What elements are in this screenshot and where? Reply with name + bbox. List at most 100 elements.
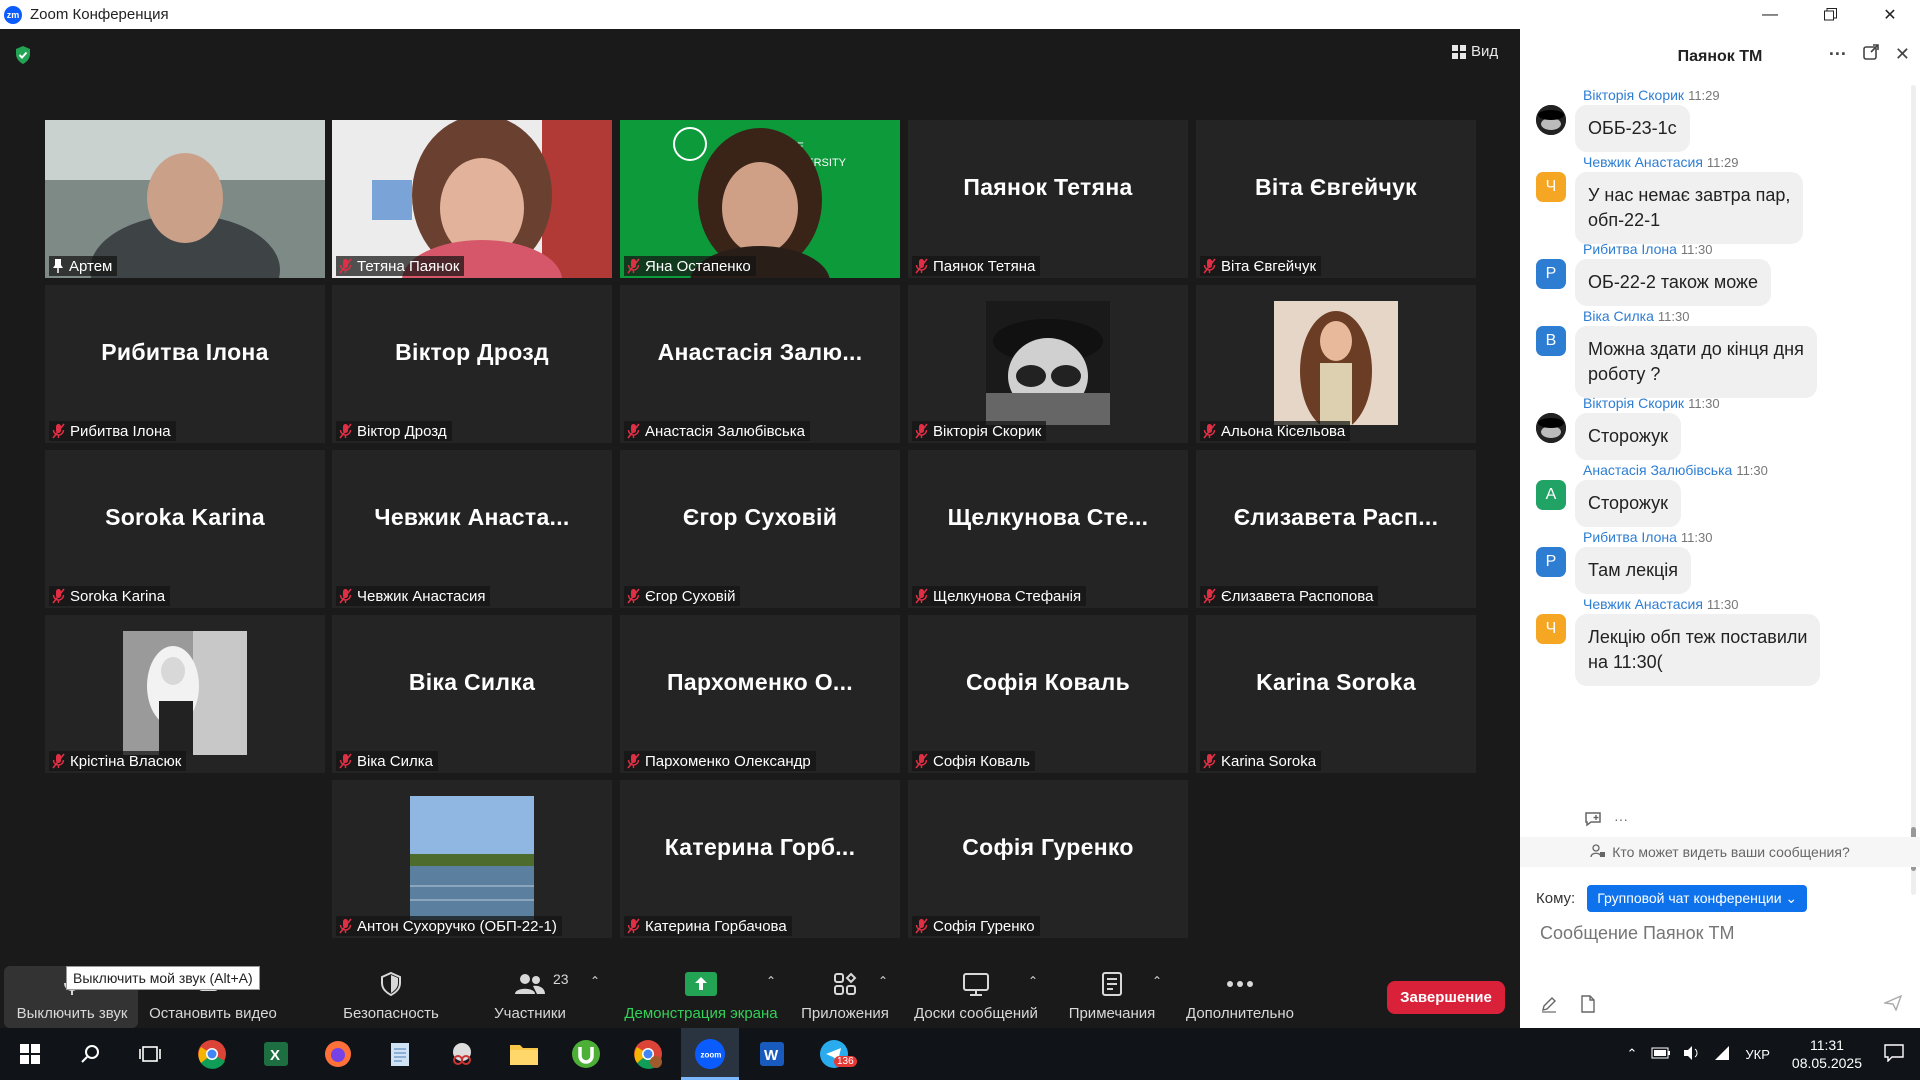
- whiteboards-caret-icon[interactable]: ⌃: [1028, 974, 1038, 988]
- message-more-icon[interactable]: ···: [1614, 811, 1628, 830]
- participant-tile[interactable]: Віктор Дрозд Віктор Дрозд: [332, 285, 612, 443]
- participants-button[interactable]: 23 Участники: [488, 964, 572, 1028]
- windows-start-icon[interactable]: [12, 1036, 48, 1072]
- participant-tile[interactable]: Тетяна Паянок: [332, 120, 612, 278]
- language-indicator[interactable]: УКР: [1745, 1047, 1770, 1062]
- whiteboards-button[interactable]: Доски сообщений: [908, 964, 1044, 1028]
- view-button[interactable]: Вид: [1452, 43, 1498, 60]
- sender-avatar[interactable]: Р: [1536, 259, 1566, 289]
- message-bubble[interactable]: ОБ-22-2 також може: [1575, 259, 1772, 306]
- sender-name[interactable]: Чевжик Анастасия: [1583, 596, 1703, 612]
- restore-button[interactable]: [1800, 0, 1860, 29]
- message-bubble[interactable]: Там лекція: [1575, 547, 1692, 594]
- battery-icon[interactable]: [1651, 1047, 1671, 1062]
- excel-icon[interactable]: X: [258, 1036, 294, 1072]
- sender-avatar[interactable]: Ч: [1536, 614, 1566, 644]
- participant-name-label: Софія Гуренко: [912, 916, 1040, 936]
- muted-mic-icon: [627, 918, 640, 934]
- notes-button[interactable]: Примечания: [1064, 964, 1160, 1028]
- reply-icon[interactable]: [1584, 811, 1602, 830]
- participant-tile[interactable]: Рибитва Ілона Рибитва Ілона: [45, 285, 325, 443]
- message-input[interactable]: [1540, 923, 1900, 944]
- participant-tile[interactable]: Софія Коваль Софія Коваль: [908, 615, 1188, 773]
- participant-tile[interactable]: Крістіна Власюк: [45, 615, 325, 773]
- sender-avatar[interactable]: [1536, 413, 1566, 443]
- chrome-profile-icon[interactable]: [630, 1036, 666, 1072]
- close-chat-icon[interactable]: ✕: [1895, 44, 1910, 65]
- participant-tile[interactable]: Катерина Горб... Катерина Горбачова: [620, 780, 900, 938]
- participant-tile[interactable]: Вікторія Скорик: [908, 285, 1188, 443]
- sender-name[interactable]: Рибитва Ілона: [1583, 241, 1677, 257]
- security-button[interactable]: Безопасность: [338, 964, 444, 1028]
- participant-tile[interactable]: Єлизавета Расп... Єлизавета Распопова: [1196, 450, 1476, 608]
- task-view-icon[interactable]: [132, 1036, 168, 1072]
- message-bubble[interactable]: У нас немає завтра пар, обп-22-1: [1575, 172, 1804, 244]
- sender-name[interactable]: Вікторія Скорик: [1583, 395, 1684, 411]
- recipient-select[interactable]: Групповой чат конференции ⌄: [1587, 885, 1808, 912]
- sender-avatar[interactable]: А: [1536, 480, 1566, 510]
- who-can-see-row[interactable]: Кто может видеть ваши сообщения?: [1520, 837, 1920, 867]
- file-attach-icon[interactable]: [1580, 995, 1596, 1018]
- message-bubble[interactable]: Сторожук: [1575, 480, 1681, 527]
- sender-avatar[interactable]: Ч: [1536, 172, 1566, 202]
- participant-name-label: Віктор Дрозд: [336, 421, 452, 441]
- participant-tile[interactable]: STATEUNIVERSITYЯна Остапенко: [620, 120, 900, 278]
- zoom-app-icon[interactable]: zoom: [692, 1036, 728, 1072]
- chrome-icon[interactable]: [194, 1036, 230, 1072]
- sender-avatar[interactable]: [1536, 105, 1566, 135]
- sender-name[interactable]: Вікторія Скорик: [1583, 87, 1684, 103]
- firefox-icon[interactable]: [320, 1036, 356, 1072]
- share-caret-icon[interactable]: ⌃: [766, 974, 776, 988]
- volume-icon[interactable]: [1683, 1045, 1701, 1064]
- search-icon[interactable]: [72, 1036, 108, 1072]
- sender-avatar[interactable]: В: [1536, 326, 1566, 356]
- chat-scrollbar[interactable]: [1911, 85, 1916, 895]
- notifications-icon[interactable]: [1884, 1043, 1904, 1065]
- sender-name[interactable]: Рибитва Ілона: [1583, 529, 1677, 545]
- participant-tile[interactable]: Софія Гуренко Софія Гуренко: [908, 780, 1188, 938]
- notepad-icon[interactable]: [382, 1036, 418, 1072]
- tray-chevron-icon[interactable]: ⌃: [1627, 1046, 1638, 1062]
- end-meeting-button[interactable]: Завершение: [1387, 981, 1505, 1014]
- share-screen-button[interactable]: Демонстрация экрана: [620, 964, 782, 1028]
- message-bubble[interactable]: Сторожук: [1575, 413, 1681, 460]
- word-icon[interactable]: W: [754, 1036, 790, 1072]
- sender-name[interactable]: Анастасія Залюбівська: [1583, 462, 1732, 478]
- participant-tile[interactable]: Щелкунова Сте... Щелкунова Стефанія: [908, 450, 1188, 608]
- chat-more-icon[interactable]: ···: [1829, 44, 1847, 65]
- participant-tile[interactable]: Паянок Тетяна Паянок Тетяна: [908, 120, 1188, 278]
- clock[interactable]: 11:31 08.05.2025: [1792, 1036, 1862, 1072]
- participant-tile[interactable]: Karina Soroka Karina Soroka: [1196, 615, 1476, 773]
- participant-tile[interactable]: Антон Сухоручко (ОБП-22-1): [332, 780, 612, 938]
- popout-icon[interactable]: [1863, 44, 1879, 65]
- participant-tile[interactable]: Єгор Суховій Єгор Суховій: [620, 450, 900, 608]
- notes-caret-icon[interactable]: ⌃: [1152, 974, 1162, 988]
- utorrent-icon[interactable]: [568, 1036, 604, 1072]
- participant-tile[interactable]: Пархоменко О... Пархоменко Олександр: [620, 615, 900, 773]
- participant-tile[interactable]: Віка Силка Віка Силка: [332, 615, 612, 773]
- snipping-tool-icon[interactable]: [444, 1036, 480, 1072]
- minimize-button[interactable]: —: [1740, 0, 1800, 29]
- more-button[interactable]: Дополнительно: [1180, 964, 1300, 1028]
- close-window-button[interactable]: ✕: [1860, 0, 1920, 29]
- participant-tile[interactable]: Чевжик Анаста... Чевжик Анастасия: [332, 450, 612, 608]
- wifi-icon[interactable]: [1713, 1045, 1731, 1064]
- encryption-shield-icon[interactable]: [14, 45, 32, 65]
- format-text-icon[interactable]: [1540, 995, 1558, 1018]
- send-icon[interactable]: [1882, 994, 1903, 1016]
- message-bubble[interactable]: Лекцію обп теж поставили на 11:30(: [1575, 614, 1821, 686]
- telegram-icon[interactable]: 136: [816, 1036, 857, 1072]
- apps-caret-icon[interactable]: ⌃: [878, 974, 888, 988]
- sender-name[interactable]: Віка Силка: [1583, 308, 1654, 324]
- message-bubble[interactable]: ОББ-23-1с: [1575, 105, 1690, 152]
- message-bubble[interactable]: Можна здати до кінця дня роботу ?: [1575, 326, 1817, 398]
- file-explorer-icon[interactable]: [506, 1036, 542, 1072]
- participant-tile[interactable]: Анастасія Залю... Анастасія Залюбівська: [620, 285, 900, 443]
- participant-tile[interactable]: Віта Євгейчук Віта Євгейчук: [1196, 120, 1476, 278]
- participant-tile[interactable]: Альона Кісельова: [1196, 285, 1476, 443]
- sender-name[interactable]: Чевжик Анастасия: [1583, 154, 1703, 170]
- sender-avatar[interactable]: Р: [1536, 547, 1566, 577]
- participant-tile[interactable]: Артем: [45, 120, 325, 278]
- participant-tile[interactable]: Soroka Karina Soroka Karina: [45, 450, 325, 608]
- participants-caret-icon[interactable]: ⌃: [590, 974, 600, 988]
